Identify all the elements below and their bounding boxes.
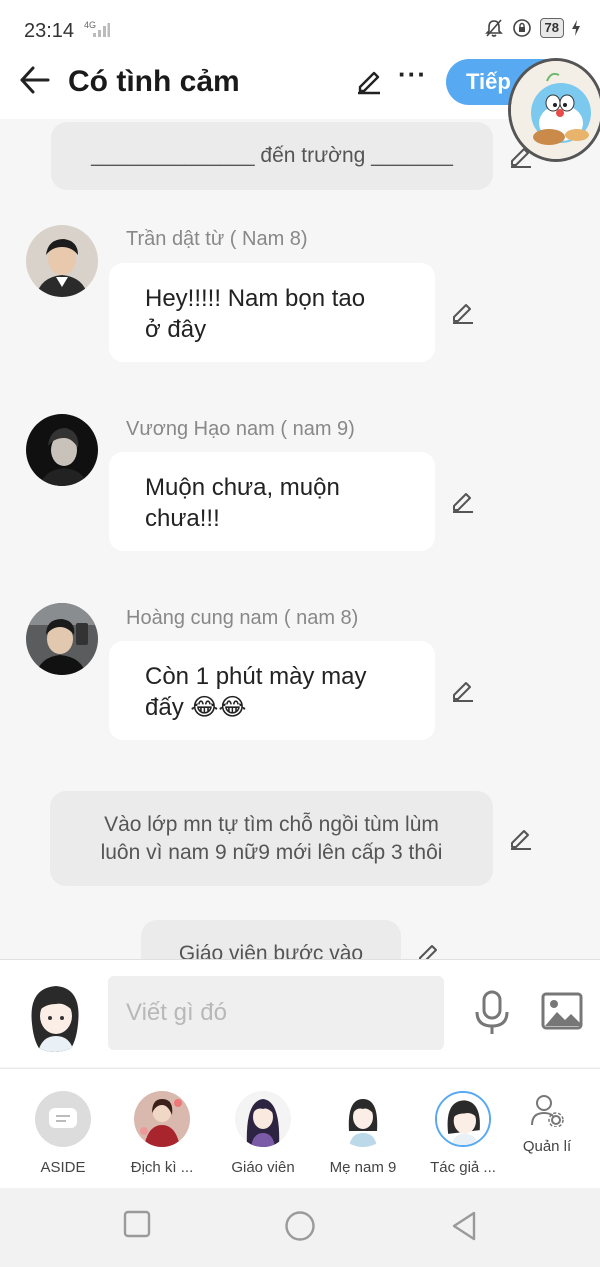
avatar[interactable] [26,414,98,486]
narration-block: ______________ đến trường _______ [51,122,493,190]
message-text: Còn 1 phút mày may [145,663,367,690]
avatar [435,1091,491,1147]
character-name: Trần dật từ ( Nam 8) [126,228,308,250]
signal-icon [93,23,110,37]
battery-indicator: 78 [539,18,564,38]
back-arrow-icon[interactable] [18,63,52,97]
character-label: Tác giả ... [430,1159,496,1176]
home-icon[interactable] [284,1210,316,1242]
edit-pencil-icon[interactable] [450,677,476,703]
message-bubble[interactable]: Còn 1 phút mày may đấy 😂😂 [109,641,435,740]
chat-area[interactable]: ______________ đến trường _______ Trần d… [0,119,600,959]
character-bar: ASIDE Địch kì ... Giáo viên Mẹ nam 9 Tác… [0,1068,600,1188]
message-text: Hey!!!!! Nam bọn tao [145,285,366,312]
narration-block: Giáo viên bước vào [141,920,401,959]
character-item[interactable]: Mẹ nam 9 [315,1091,411,1176]
character-item[interactable]: Địch kì ... [114,1091,210,1176]
narration-text: Vào lớp mn tự tìm chỗ ngồi tùm lùm [104,813,439,836]
avatar [134,1091,190,1147]
system-nav-bar [0,1188,600,1267]
message-text: ở đây [145,316,207,343]
charging-icon [572,20,580,36]
input-bar [0,959,600,1067]
character-item-selected[interactable]: Tác giả ... [415,1091,511,1176]
rotation-lock-icon [512,19,531,37]
more-options-icon[interactable]: ··· [398,59,427,90]
message-input[interactable] [108,976,444,1050]
narration-text: luôn vì nam 9 nữ9 mới lên cấp 3 thôi [100,841,443,864]
aside-icon [35,1091,91,1147]
narration-block: Vào lớp mn tự tìm chỗ ngồi tùm lùm luôn … [50,791,493,886]
mute-bell-icon [484,19,503,37]
edit-pencil-icon[interactable] [416,940,442,959]
character-label: Giáo viên [231,1159,295,1176]
edit-pencil-icon[interactable] [450,488,476,514]
status-bar: 23:14 4G 78 [0,0,600,60]
message-text: đấy 😂😂 [145,694,247,721]
message-bubble[interactable]: Muộn chưa, muộn chưa!!! [109,452,435,551]
edit-pencil-icon[interactable] [450,299,476,325]
user-settings-icon [531,1095,564,1128]
narration-text: ______________ đến trường _______ [91,144,453,167]
avatar[interactable] [26,603,98,675]
status-time: 23:14 [24,20,75,42]
character-label: ASIDE [40,1159,86,1176]
character-aside[interactable]: ASIDE [15,1091,111,1176]
character-item[interactable]: Giáo viên [215,1091,311,1176]
edit-pencil-icon[interactable] [354,65,384,95]
message-text: chưa!!! [145,505,220,532]
avatar[interactable] [26,225,98,297]
avatar [335,1091,391,1147]
microphone-icon[interactable] [474,990,510,1036]
edit-pencil-icon[interactable] [508,825,534,851]
recent-apps-icon[interactable] [123,1210,151,1238]
character-name: Vương Hạo nam ( nam 9) [126,418,355,440]
image-icon[interactable] [541,992,583,1030]
narration-text: Giáo viên bước vào [178,942,364,959]
current-character-avatar[interactable] [18,974,92,1052]
manage-label: Quản lí [522,1138,572,1155]
character-name: Hoàng cung nam ( nam 8) [126,607,359,629]
character-label: Mẹ nam 9 [329,1159,397,1176]
character-label: Địch kì ... [130,1159,194,1176]
message-bubble[interactable]: Hey!!!!! Nam bọn tao ở đây [109,263,435,362]
manage-button[interactable]: Quản lí [514,1093,580,1155]
back-nav-icon[interactable] [450,1210,478,1242]
page-title: Có tình cảm [68,65,240,98]
avatar [235,1091,291,1147]
edit-pencil-icon[interactable] [508,143,534,169]
message-text: Muộn chưa, muộn [145,474,340,501]
